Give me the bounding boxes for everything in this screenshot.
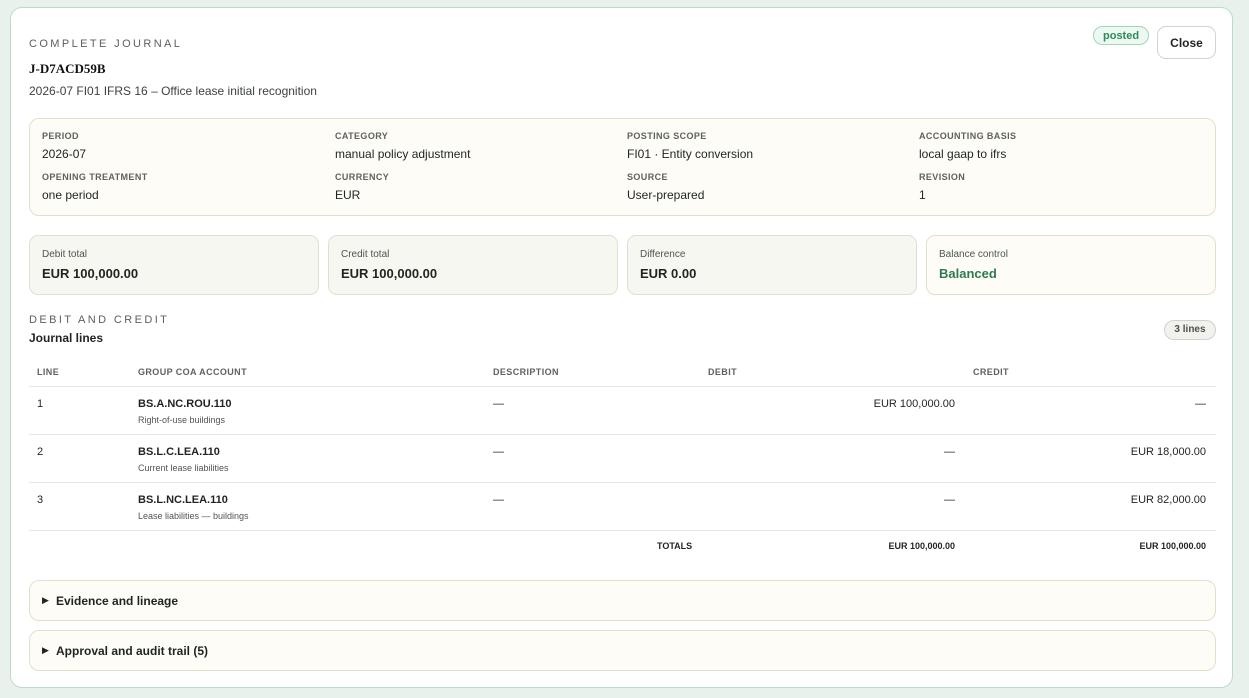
- line-count-badge: 3 lines: [1164, 320, 1216, 340]
- approval-audit-toggle[interactable]: ▶ Approval and audit trail (5): [29, 630, 1216, 671]
- meta-value: User-prepared: [627, 188, 705, 202]
- meta-label: Revision: [919, 172, 966, 182]
- table-divider: [29, 530, 1216, 531]
- credit-cell: EUR 82,000.00: [1130, 494, 1206, 506]
- card-value: EUR 100,000.00: [341, 266, 438, 281]
- card-label: Credit total: [341, 249, 390, 260]
- credit-cell: —: [1195, 398, 1206, 410]
- meta-posting-scope: Posting scope FI01 · Entity conversion: [627, 131, 753, 161]
- meta-label: Currency: [335, 172, 390, 182]
- account-name: Right-of-use buildings: [138, 415, 226, 425]
- evidence-lineage-toggle[interactable]: ▶ Evidence and lineage: [29, 580, 1216, 621]
- table-divider: [29, 434, 1216, 435]
- debit-total-card: Debit total EUR 100,000.00: [29, 235, 319, 295]
- account-cell: BS.L.C.LEA.110 Current lease liabilities: [138, 446, 229, 473]
- meta-value: one period: [42, 188, 99, 202]
- line-number: 1: [37, 398, 44, 410]
- debit-cell: —: [944, 494, 955, 506]
- meta-label: Category: [335, 131, 389, 141]
- difference-card: Difference EUR 0.00: [627, 235, 917, 295]
- account-code: BS.L.NC.LEA.110: [138, 494, 228, 506]
- evidence-lineage-label: Evidence and lineage: [56, 594, 179, 608]
- account-cell: BS.A.NC.ROU.110 Right-of-use buildings: [138, 398, 232, 425]
- meta-label: Opening treatment: [42, 172, 148, 182]
- journal-modal: Complete journal J-D7ACD59B 2026-07 FI01…: [10, 7, 1233, 688]
- meta-value: 2026-07: [42, 147, 87, 161]
- account-name: Lease liabilities — buildings: [138, 511, 249, 521]
- meta-value: local gaap to ifrs: [919, 147, 1007, 161]
- card-value: EUR 0.00: [640, 266, 697, 281]
- meta-category: Category manual policy adjustment: [335, 131, 470, 161]
- credit-total-card: Credit total EUR 100,000.00: [328, 235, 618, 295]
- card-value: EUR 100,000.00: [42, 266, 139, 281]
- approval-audit-label: Approval and audit trail (5): [56, 644, 209, 658]
- meta-value: manual policy adjustment: [335, 147, 471, 161]
- totals-credit: EUR 100,000.00: [1139, 541, 1206, 551]
- account-name: Current lease liabilities: [138, 463, 229, 473]
- triangle-right-icon: ▶: [42, 595, 49, 605]
- balance-status: Balanced: [939, 266, 997, 281]
- totals-debit: EUR 100,000.00: [888, 541, 955, 551]
- triangle-right-icon: ▶: [42, 645, 49, 655]
- meta-value: FI01 · Entity conversion: [627, 147, 754, 161]
- meta-label: Source: [627, 172, 668, 182]
- line-number: 3: [37, 494, 44, 506]
- debit-cell: —: [944, 446, 955, 458]
- totals-label: Totals: [657, 541, 693, 551]
- section-eyebrow: Debit and credit: [29, 314, 170, 326]
- credit-cell: EUR 18,000.00: [1130, 446, 1206, 458]
- meta-label: Accounting basis: [919, 131, 1017, 141]
- column-header-debit: Debit: [708, 367, 737, 377]
- journal-metadata-panel: Period 2026-07 Category manual policy ad…: [29, 118, 1216, 216]
- meta-revision: Revision 1: [919, 172, 965, 202]
- meta-period: Period 2026-07: [42, 131, 86, 161]
- meta-value: EUR: [335, 188, 361, 202]
- column-header-account: Group COA account: [138, 367, 247, 377]
- journal-id: J-D7ACD59B: [29, 61, 106, 76]
- account-cell: BS.L.NC.LEA.110 Lease liabilities — buil…: [138, 494, 249, 521]
- column-header-credit: Credit: [973, 367, 1009, 377]
- balance-control-card: Balance control Balanced: [926, 235, 1216, 295]
- card-label: Balance control: [939, 249, 1008, 260]
- meta-currency: Currency EUR: [335, 172, 389, 202]
- table-divider: [29, 386, 1216, 387]
- modal-eyebrow: Complete journal: [29, 38, 183, 50]
- table-divider: [29, 482, 1216, 483]
- status-badge: posted: [1093, 26, 1150, 45]
- journal-subtitle: 2026-07 FI01 IFRS 16 – Office lease init…: [29, 84, 317, 98]
- meta-label: Posting scope: [627, 131, 707, 141]
- description-cell: —: [493, 446, 504, 458]
- card-label: Difference: [640, 249, 686, 260]
- meta-opening-treatment: Opening treatment one period: [42, 172, 148, 202]
- meta-value: 1: [919, 188, 926, 202]
- meta-source: Source User-prepared: [627, 172, 704, 202]
- account-code: BS.A.NC.ROU.110: [138, 398, 232, 410]
- column-header-line: Line: [37, 367, 60, 377]
- card-label: Debit total: [42, 249, 88, 260]
- meta-accounting-basis: Accounting basis local gaap to ifrs: [919, 131, 1016, 161]
- account-code: BS.L.C.LEA.110: [138, 446, 220, 458]
- column-header-description: Description: [493, 367, 559, 377]
- debit-cell: EUR 100,000.00: [873, 398, 955, 410]
- description-cell: —: [493, 494, 504, 506]
- section-title: Journal lines: [29, 331, 104, 345]
- description-cell: —: [493, 398, 504, 410]
- meta-label: Period: [42, 131, 79, 141]
- line-number: 2: [37, 446, 44, 458]
- close-button[interactable]: Close: [1157, 26, 1216, 59]
